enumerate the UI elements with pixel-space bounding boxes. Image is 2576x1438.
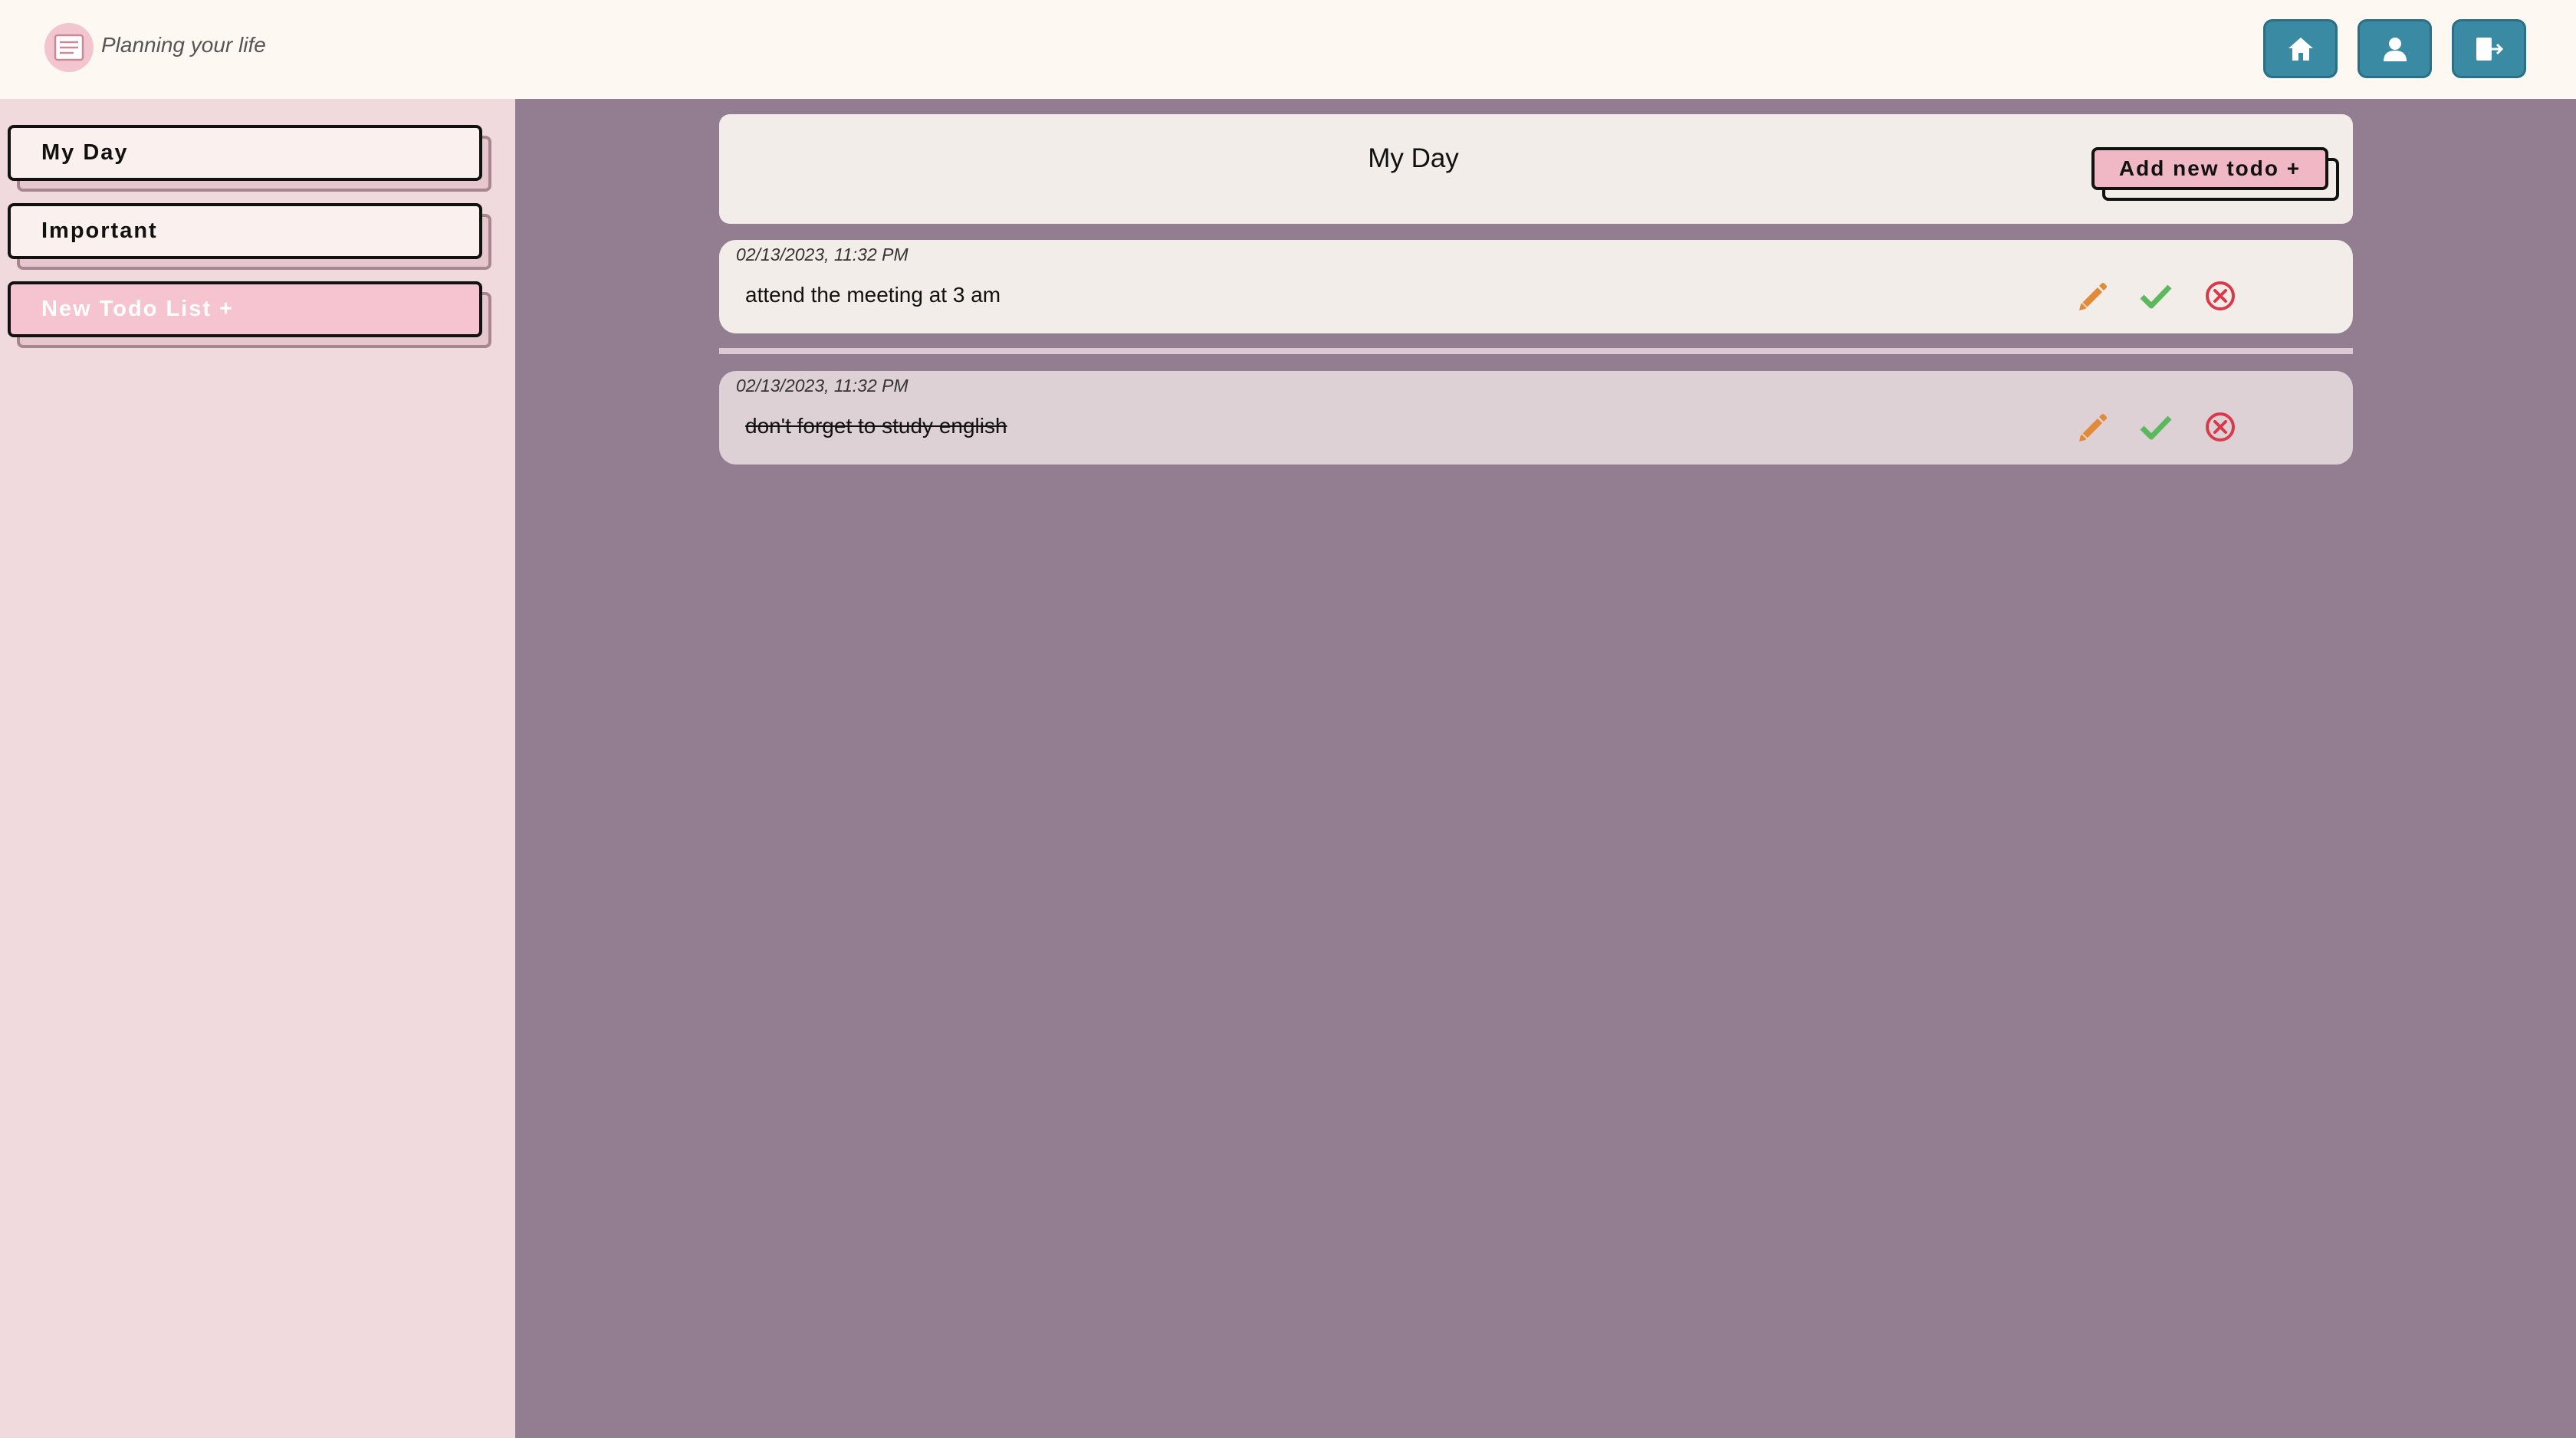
circle-x-icon xyxy=(2206,412,2235,442)
notepad-logo xyxy=(44,23,94,72)
delete-todo-button[interactable] xyxy=(2203,409,2238,445)
sidebar-item-my-day[interactable]: My Day xyxy=(8,125,491,192)
app-header: Planning your life xyxy=(0,0,2576,99)
sidebar-item-label: My Day xyxy=(8,125,482,181)
logout-button[interactable] xyxy=(2452,19,2526,78)
todo-item: 02/13/2023, 11:32 PM attend the meeting … xyxy=(719,240,2353,333)
pencil-icon xyxy=(2079,414,2107,442)
app-tagline: Planning your life xyxy=(101,33,266,57)
edit-todo-button[interactable] xyxy=(2075,409,2110,445)
add-new-todo-label: Add new todo + xyxy=(2091,147,2328,190)
complete-todo-button[interactable] xyxy=(2138,278,2174,314)
sidebar-item-label: Important xyxy=(8,203,482,259)
list-title: My Day xyxy=(1368,143,1459,173)
profile-button[interactable] xyxy=(2358,19,2432,78)
delete-todo-button[interactable] xyxy=(2203,278,2238,314)
main-panel: My Day Add new todo + 02/13/2023, 11:32 … xyxy=(515,99,2576,1438)
todo-divider xyxy=(719,348,2353,354)
home-button[interactable] xyxy=(2263,19,2338,78)
new-todo-list-label: New Todo List + xyxy=(8,281,482,337)
add-new-todo-button[interactable]: Add new todo + xyxy=(2091,147,2339,201)
circle-x-icon xyxy=(2206,281,2235,310)
todo-text: attend the meeting at 3 am xyxy=(745,283,1001,307)
todo-date: 02/13/2023, 11:32 PM xyxy=(736,376,909,396)
sidebar-item-important[interactable]: Important xyxy=(8,203,491,270)
new-todo-list-button[interactable]: New Todo List + xyxy=(8,281,491,348)
check-icon xyxy=(2140,415,2172,440)
complete-todo-button[interactable] xyxy=(2138,409,2174,445)
logout-icon xyxy=(2476,37,2503,61)
todo-date: 02/13/2023, 11:32 PM xyxy=(736,245,909,264)
sidebar: My Day Important New Todo List + xyxy=(0,99,515,1438)
check-icon xyxy=(2140,284,2172,309)
pencil-icon xyxy=(2079,283,2107,310)
list-header-card: My Day Add new todo + xyxy=(719,114,2353,224)
home-icon xyxy=(2288,37,2313,61)
edit-todo-button[interactable] xyxy=(2075,278,2110,314)
todo-text: don't forget to study english xyxy=(745,414,1007,438)
todo-item-completed: 02/13/2023, 11:32 PM don't forget to stu… xyxy=(719,371,2353,465)
user-icon xyxy=(2383,37,2407,61)
